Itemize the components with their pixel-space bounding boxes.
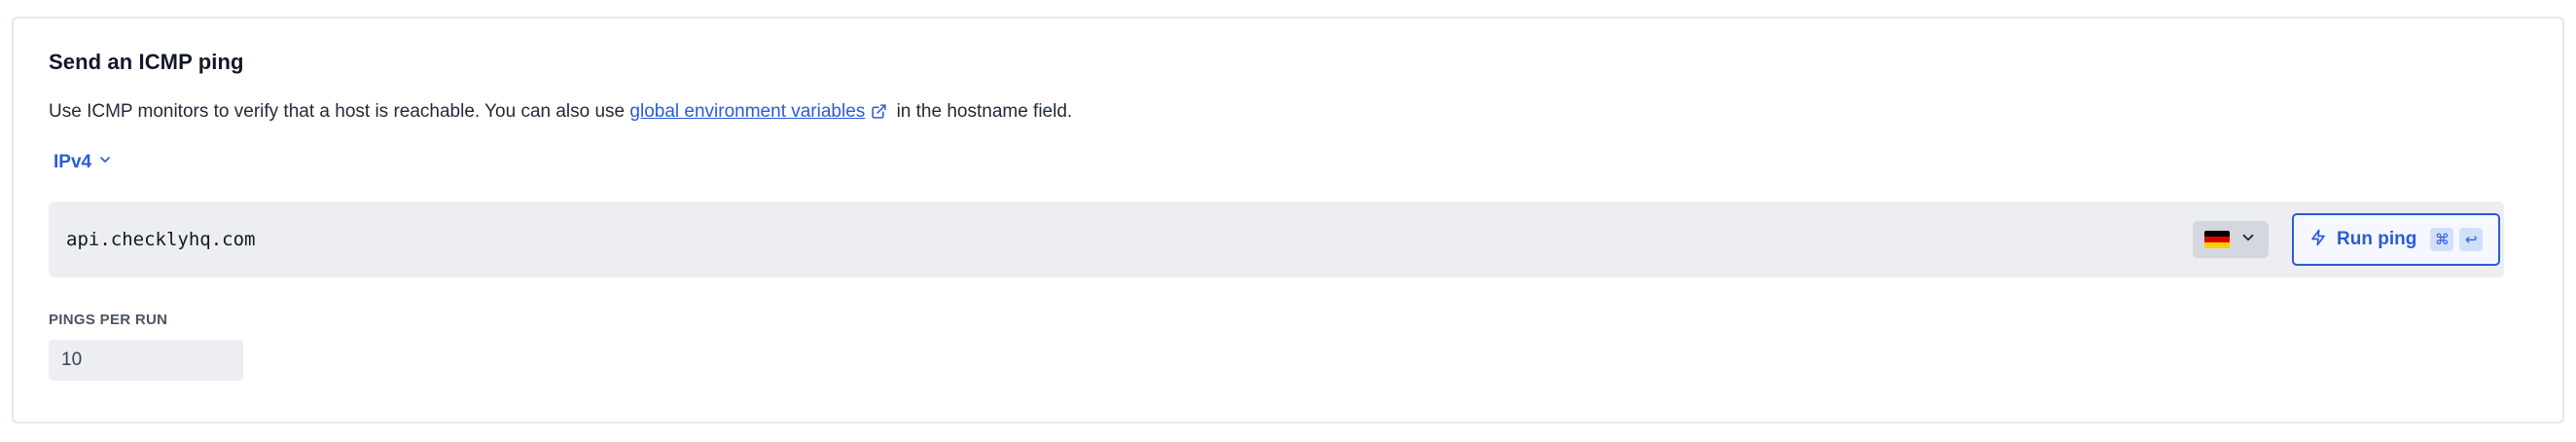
- pings-per-run-input[interactable]: [49, 340, 243, 381]
- description-text-after: in the hostname field.: [896, 101, 1073, 122]
- card-title: Send an ICMP ping: [49, 50, 244, 74]
- hostname-input[interactable]: [66, 202, 2012, 277]
- region-select[interactable]: [2193, 221, 2269, 258]
- command-key-icon: ⌘: [2430, 228, 2454, 251]
- icmp-ping-card: Send an ICMP ping Use ICMP monitors to v…: [12, 17, 2564, 424]
- card-description: Use ICMP monitors to verify that a host …: [49, 101, 1072, 126]
- bolt-icon: [2309, 228, 2327, 252]
- pings-per-run-label: PINGS PER RUN: [49, 312, 168, 328]
- chevron-down-icon: [97, 152, 113, 173]
- ip-version-dropdown[interactable]: IPv4: [54, 152, 113, 173]
- enter-key-icon: ↩: [2459, 228, 2484, 251]
- host-bar: Run ping ⌘ ↩: [49, 202, 2504, 277]
- ip-version-label: IPv4: [54, 152, 92, 172]
- germany-flag-icon: [2204, 231, 2230, 248]
- description-text-before: Use ICMP monitors to verify that a host …: [49, 101, 626, 122]
- run-ping-button[interactable]: Run ping ⌘ ↩: [2292, 213, 2500, 266]
- global-env-variables-link[interactable]: global environment variables: [629, 101, 865, 122]
- chevron-down-icon: [2239, 229, 2257, 251]
- run-ping-label: Run ping: [2337, 229, 2417, 249]
- flag-stripe-gold: [2204, 242, 2230, 248]
- external-link-icon[interactable]: [871, 103, 887, 126]
